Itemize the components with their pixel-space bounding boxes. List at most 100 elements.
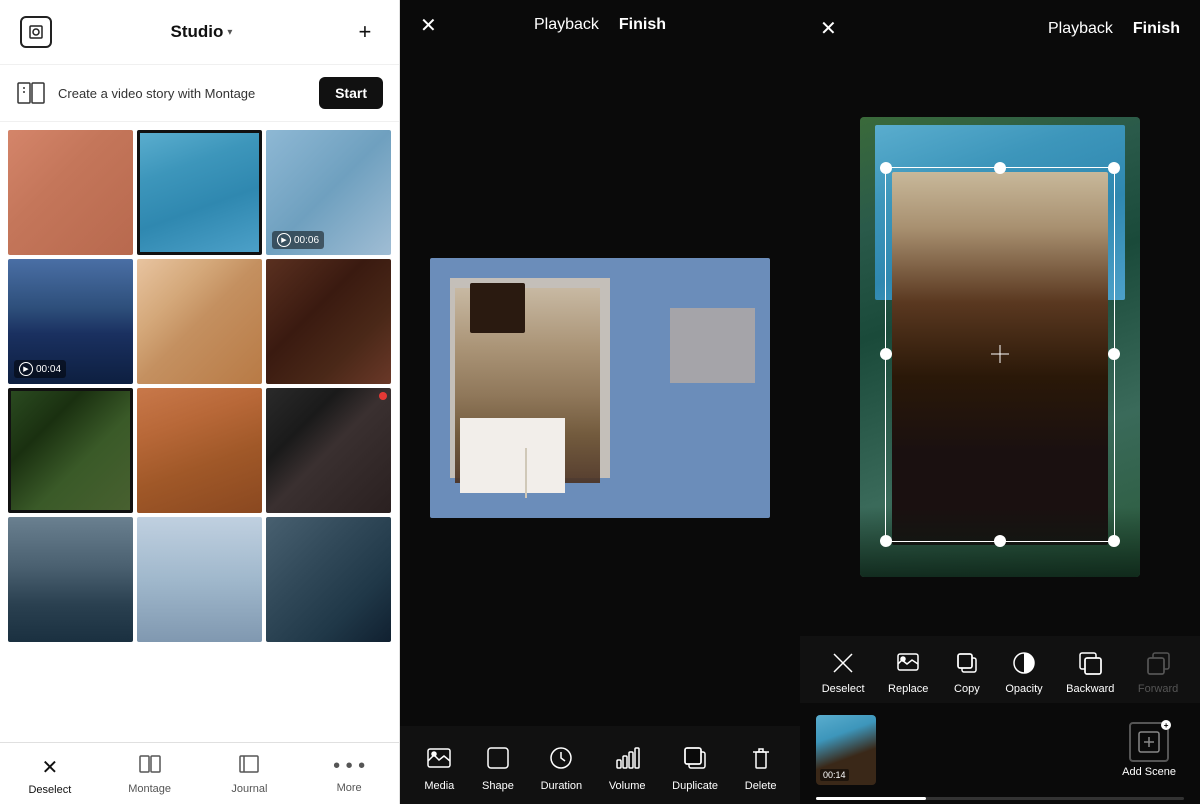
timeline-thumbnail[interactable]: 00:14 (816, 715, 876, 785)
media-item-10[interactable] (8, 517, 133, 642)
duplicate-label: Duplicate (672, 780, 718, 792)
duplicate-icon (679, 742, 711, 774)
shape-label: Shape (482, 780, 514, 792)
opacity-icon (1009, 648, 1039, 678)
replace-icon (893, 648, 923, 678)
montage-icon (16, 81, 46, 105)
collage-face (470, 283, 525, 333)
more-icon: • • • (333, 755, 365, 778)
duration-icon (545, 742, 577, 774)
action-backward[interactable]: Backward (1066, 648, 1114, 695)
finish-button[interactable]: Finish (619, 16, 666, 34)
action-copy[interactable]: Copy (952, 648, 982, 695)
detail-header-right: Playback Finish (1048, 20, 1180, 38)
detail-timeline: 00:14 + Add Scene (800, 703, 1200, 793)
action-forward[interactable]: Forward (1138, 648, 1178, 695)
copy-icon (952, 648, 982, 678)
copy-label: Copy (954, 683, 980, 695)
media-grid: ▶ 00:06 ▶ 00:04 (0, 122, 399, 742)
action-opacity[interactable]: Opacity (1005, 648, 1042, 695)
editor-close-button[interactable]: ✕ (420, 13, 437, 38)
media-item-5[interactable] (137, 259, 262, 384)
montage-banner: Create a video story with Montage Start (0, 65, 399, 122)
detail-header: ✕ Playback Finish (800, 0, 1200, 57)
toolbar-items: Media Shape Duration (400, 742, 800, 792)
start-button[interactable]: Start (319, 77, 383, 109)
deselect-icon (828, 648, 858, 678)
detail-frame[interactable] (860, 117, 1140, 577)
media-item-12[interactable] (266, 517, 391, 642)
media-item-11[interactable] (137, 517, 262, 642)
backward-icon (1075, 648, 1105, 678)
detail-finish-button[interactable]: Finish (1133, 20, 1180, 38)
nav-deselect-label: Deselect (28, 784, 71, 796)
collage-shirt (460, 418, 565, 493)
canvas-frame[interactable] (430, 258, 770, 518)
studio-title: Studio (171, 22, 224, 42)
forward-icon (1143, 648, 1173, 678)
nav-montage-label: Montage (128, 783, 171, 795)
volume-icon (611, 742, 643, 774)
collage-side-item (670, 308, 755, 383)
play-icon: ▶ (19, 362, 33, 376)
media-item-2[interactable] (137, 130, 262, 255)
shape-icon (482, 742, 514, 774)
bottom-nav: ✕ Deselect Montage Journal • • • (0, 742, 399, 804)
editor-header-actions: Playback Finish (534, 16, 666, 34)
media-item-8[interactable] (137, 388, 262, 513)
nav-more-label: More (337, 782, 362, 794)
toolbar-shape[interactable]: Shape (482, 742, 514, 792)
toolbar-media[interactable]: Media (423, 742, 455, 792)
journal-icon (239, 755, 259, 779)
media-duration-4: ▶ 00:04 (14, 360, 66, 378)
volume-label: Volume (609, 780, 646, 792)
backward-label: Backward (1066, 683, 1114, 695)
detail-actions: Deselect Replace Copy Opacity (800, 636, 1200, 703)
person-layer (892, 172, 1108, 545)
collage-line (525, 448, 527, 498)
media-item-7[interactable] (8, 388, 133, 513)
nav-deselect[interactable]: ✕ Deselect (0, 751, 100, 800)
flowers-overlay (860, 507, 1140, 577)
media-item-9[interactable] (266, 388, 391, 513)
detail-close-button[interactable]: ✕ (820, 16, 837, 41)
toolbar-volume[interactable]: Volume (609, 742, 646, 792)
timeline-progress-bar[interactable] (816, 797, 1184, 800)
editor-header: ✕ Playback Finish (400, 0, 800, 50)
toolbar-duplicate[interactable]: Duplicate (672, 742, 718, 792)
toolbar-duration[interactable]: Duration (541, 742, 583, 792)
action-deselect[interactable]: Deselect (822, 648, 865, 695)
timeline-duration: 00:14 (820, 769, 849, 781)
add-scene-button[interactable]: + Add Scene (1122, 722, 1184, 778)
detail-panel: ✕ Playback Finish (800, 0, 1200, 804)
add-scene-icon: + (1129, 722, 1169, 762)
media-item-6[interactable] (266, 259, 391, 384)
action-replace[interactable]: Replace (888, 648, 928, 695)
deselect-icon: ✕ (41, 755, 58, 780)
add-scene-label: Add Scene (1122, 766, 1176, 778)
nav-montage[interactable]: Montage (100, 751, 200, 800)
duration-label: Duration (541, 780, 583, 792)
play-icon: ▶ (277, 233, 291, 247)
media-item-3[interactable]: ▶ 00:06 (266, 130, 391, 255)
add-button[interactable]: + (351, 18, 379, 46)
montage-nav-icon (139, 755, 161, 779)
action-row: Deselect Replace Copy Opacity (800, 648, 1200, 695)
media-item-1[interactable] (8, 130, 133, 255)
forward-label: Forward (1138, 683, 1178, 695)
playback-button[interactable]: Playback (534, 16, 599, 34)
nav-journal[interactable]: Journal (200, 751, 300, 800)
replace-label: Replace (888, 683, 928, 695)
detail-playback-button[interactable]: Playback (1048, 20, 1113, 38)
detail-canvas (800, 57, 1200, 636)
deselect-label: Deselect (822, 683, 865, 695)
progress-fill (816, 797, 926, 800)
montage-text: Create a video story with Montage (58, 86, 307, 101)
toolbar-delete[interactable]: Delete (745, 742, 777, 792)
opacity-label: Opacity (1005, 683, 1042, 695)
delete-icon (745, 742, 777, 774)
nav-more[interactable]: • • • More (299, 751, 399, 800)
studio-title-area[interactable]: Studio ▾ (171, 22, 233, 42)
media-item-4[interactable]: ▶ 00:04 (8, 259, 133, 384)
chevron-down-icon: ▾ (227, 27, 232, 38)
